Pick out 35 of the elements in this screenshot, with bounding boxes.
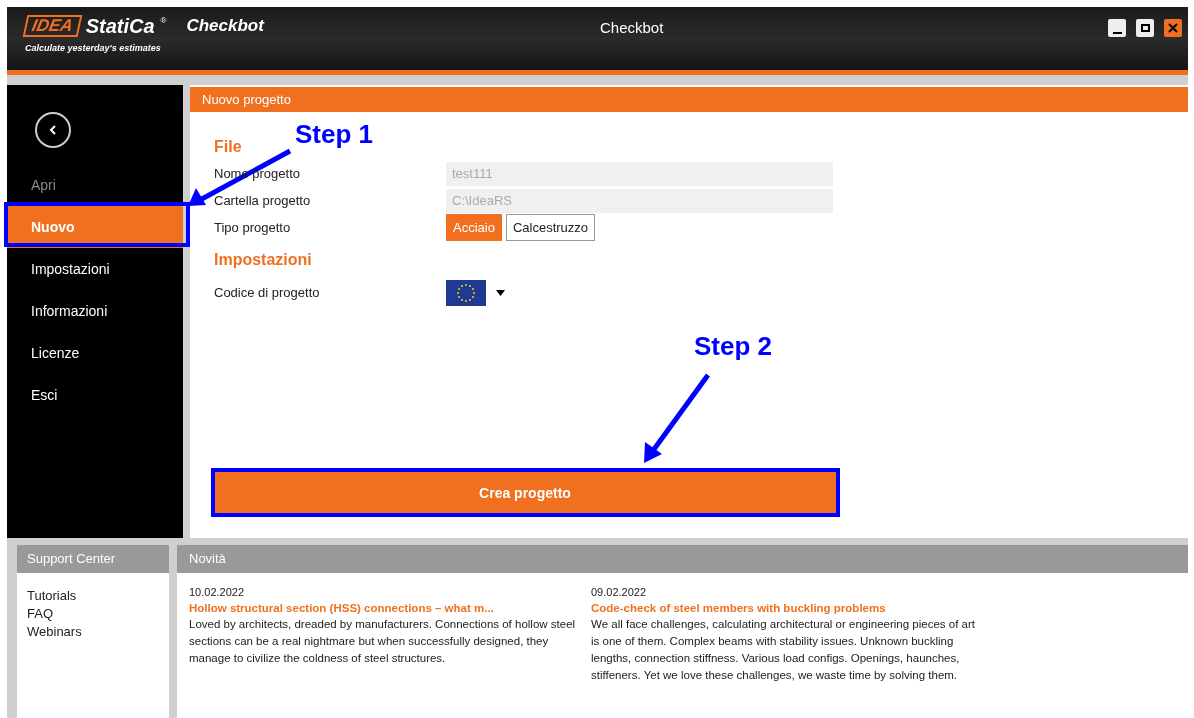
- eu-flag-icon[interactable]: [446, 280, 486, 306]
- annotation-label: Step 2: [694, 330, 773, 362]
- field-label: Nome progetto: [214, 164, 300, 183]
- panel-header: Nuovo progetto: [190, 87, 1188, 112]
- minimize-icon[interactable]: [1108, 19, 1126, 37]
- sidebar-item[interactable]: Impostazioni: [7, 248, 183, 290]
- field-label: Tipo progetto: [214, 218, 291, 237]
- window-title: Checkbot: [600, 18, 664, 38]
- news-text: We all face challenges, calculating architectural or engineering pieces of art is one of them. Complex beams with stability issues. Unknown buckling lengths, connection stiffness. Various load configs. Openings, haunches, stiffeners. Yet we love these challenges, we waste time by solving them.: [591, 617, 976, 683]
- field-label: Cartella progetto: [214, 191, 311, 210]
- section-heading: Impostazioni: [214, 250, 312, 270]
- sidebar-item[interactable]: Informazioni: [7, 290, 183, 332]
- section-heading: File: [214, 137, 242, 157]
- caret-icon[interactable]: [496, 290, 505, 296]
- close-icon[interactable]: [1164, 19, 1182, 37]
- news-date: 10.02.2022: [189, 585, 246, 600]
- support-link[interactable]: Tutorials: [27, 587, 169, 605]
- sidebar-item[interactable]: Esci: [7, 374, 183, 416]
- tagline: Calculate yesterday's estimates: [25, 42, 162, 55]
- news-date: 09.02.2022: [591, 585, 648, 600]
- type-option[interactable]: Calcestruzzo: [505, 214, 596, 241]
- sidebar-item[interactable]: Licenze: [7, 332, 183, 374]
- annotation-label: Step 1: [295, 118, 374, 150]
- logo-name: StatiCa: [85, 15, 155, 37]
- maximize-icon[interactable]: [1136, 19, 1154, 37]
- product-name: Checkbot: [186, 15, 264, 37]
- support-header: Support Center: [17, 545, 169, 573]
- field-label: Codice di progetto: [214, 284, 320, 303]
- registered-mark: ®: [160, 15, 167, 27]
- back-icon[interactable]: [35, 112, 71, 148]
- news-text: Loved by architects, dreaded by manufacturers. Connections of hollow steel sections can be a real nightmare but when successfully designed, they manage to civilize the coldness of steel structures.: [189, 617, 577, 666]
- support-link[interactable]: FAQ: [27, 605, 169, 623]
- news-header: Novità: [177, 545, 1188, 573]
- support-link[interactable]: Webinars: [27, 623, 169, 641]
- logo-mark: IDEA: [22, 15, 82, 37]
